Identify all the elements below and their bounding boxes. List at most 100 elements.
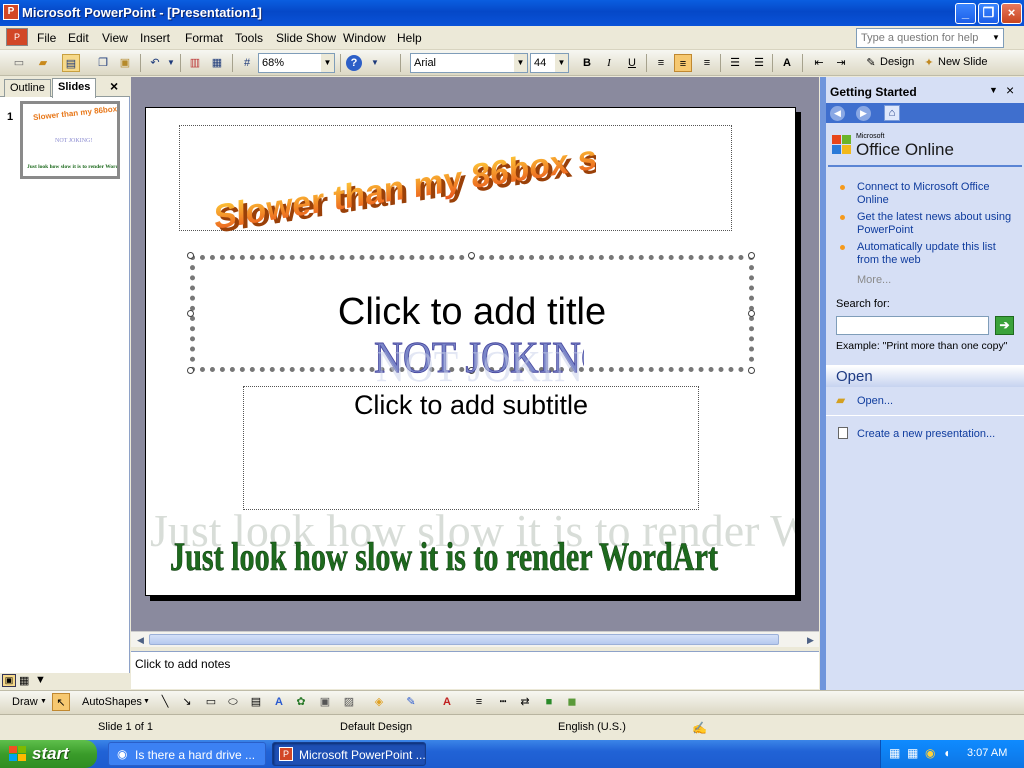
chevron-down-icon[interactable]: ▼ [555,54,568,72]
align-left-icon[interactable]: ≡ [652,54,670,72]
link-connect-office-online[interactable]: Connect to Microsoft Office Online [857,181,1017,207]
insert-picture-icon[interactable]: ▨ [340,693,358,711]
rectangle-icon[interactable]: ▭ [202,693,220,711]
home-icon[interactable]: ⌂ [884,105,900,121]
decrease-indent-icon[interactable]: ⇤ [810,54,828,72]
help-icon[interactable]: ? [346,55,362,71]
slide-canvas[interactable]: Slower than my 86box setup Slower than m… [145,107,796,596]
new-document-icon[interactable]: ▭ [10,54,28,72]
powerpoint-app-icon[interactable]: P [3,4,19,20]
search-input[interactable] [836,316,989,335]
normal-view-icon[interactable]: ▣ [2,674,16,687]
tab-slides[interactable]: Slides [52,78,97,98]
document-icon[interactable]: P [6,28,28,46]
volume-icon[interactable]: ◖ [943,746,950,760]
bullets-icon[interactable]: ☰ [750,54,768,72]
resize-handle[interactable] [468,252,475,259]
align-center-icon[interactable]: ≡ [674,54,692,72]
italic-icon[interactable]: I [600,54,618,72]
taskbar-item-powerpoint[interactable]: P Microsoft PowerPoint ... [272,742,426,766]
notes-pane[interactable]: Click to add notes [131,651,819,689]
design-icon[interactable]: ✎ [862,54,880,72]
help-search-input[interactable]: Type a question for help ▼ [856,28,1004,48]
open-folder-icon[interactable]: ▰ [34,54,52,72]
3d-style-icon[interactable]: ◼ [563,693,581,711]
line-style-icon[interactable]: ≡ [470,693,488,711]
menu-edit[interactable]: Edit [68,31,89,45]
diagram-icon[interactable]: ✿ [292,693,310,711]
print-icon[interactable]: ▤ [62,54,80,72]
wordart-green-svg[interactable]: Just look how slow it is to render WordA… [170,526,730,582]
restore-button[interactable]: ❐ [978,3,999,24]
copy-icon[interactable]: ❐ [94,54,112,72]
more-link[interactable]: More... [857,274,891,286]
select-pointer-icon[interactable]: ↖ [52,693,70,711]
shadow-style-icon[interactable]: ■ [540,693,558,711]
scroll-thumb[interactable] [149,634,779,645]
title-bar[interactable]: P Microsoft PowerPoint - [Presentation1]… [0,0,1024,26]
menu-slide-show[interactable]: Slide Show [276,31,336,45]
resize-handle[interactable] [748,252,755,259]
create-presentation-link[interactable]: Create a new presentation... [857,428,995,440]
horizontal-scrollbar[interactable]: ◀ ▶ [131,631,819,647]
numbering-icon[interactable]: ☰ [726,54,744,72]
close-button[interactable]: × [1001,3,1022,24]
scroll-right-icon[interactable]: ▶ [803,633,818,647]
chevron-down-icon[interactable]: ▼ [40,698,47,705]
arrow-style-icon[interactable]: ⇄ [516,693,534,711]
show-grid-icon[interactable]: # [238,54,256,72]
clock[interactable]: 3:07 AM [967,747,1007,759]
bold-icon[interactable]: B [578,54,596,72]
line-icon[interactable]: ╲ [156,693,174,711]
line-color-icon[interactable]: ✎ [402,693,420,711]
oval-icon[interactable]: ⬭ [224,693,242,711]
increase-font-icon[interactable]: A [778,54,796,72]
wordart-orange-svg[interactable]: Slower than my 86box setup Slower than m… [196,118,596,238]
dash-style-icon[interactable]: ┅ [494,693,512,711]
slide-show-icon[interactable]: ▼ [35,674,46,686]
new-slide-button[interactable]: New Slide [938,56,988,68]
paste-icon[interactable]: ▣ [116,54,134,72]
chevron-down-icon[interactable]: ▼ [989,85,998,95]
fill-color-icon[interactable]: ◈ [370,693,388,711]
underline-icon[interactable]: U [623,54,641,72]
slide-sorter-icon[interactable]: ▦ [19,674,29,687]
security-icon[interactable]: ◉ [925,746,935,760]
menu-file[interactable]: File [37,31,56,45]
search-go-icon[interactable]: ➔ [995,316,1014,335]
textbox-icon[interactable]: ▤ [247,693,265,711]
menu-tools[interactable]: Tools [235,31,263,45]
taskbar-item-browser[interactable]: ◉ Is there a hard drive ... [108,742,266,766]
wordart-purple-svg[interactable]: NOT JOKING! NOT JOKING! [364,326,584,386]
slide-thumbnail[interactable]: Slower than my 86box setup NOT JOKING! J… [20,101,141,179]
design-button[interactable]: Design [880,56,914,68]
autoshapes-button[interactable]: AutoShapes [82,696,142,708]
open-link[interactable]: Open... [857,395,893,407]
font-size-select[interactable]: 44 ▼ [530,53,569,73]
back-icon[interactable]: ◀ [830,106,845,121]
chevron-down-icon[interactable]: ▼ [321,54,334,72]
menu-window[interactable]: Window [343,31,386,45]
zoom-select[interactable]: 68% ▼ [258,53,335,73]
clip-art-icon[interactable]: ▣ [316,693,334,711]
close-task-pane-icon[interactable]: × [1006,82,1014,98]
network-icon[interactable]: ▦ [889,746,900,760]
resize-handle[interactable] [187,252,194,259]
forward-icon[interactable]: ▶ [856,106,871,121]
toolbar-options-icon[interactable]: ▼ [366,54,384,72]
resize-handle[interactable] [187,367,194,374]
menu-insert[interactable]: Insert [140,31,170,45]
spelling-icon[interactable]: ✍ [692,721,707,735]
resize-handle[interactable] [748,367,755,374]
link-latest-news[interactable]: Get the latest news about using PowerPoi… [857,211,1021,237]
draw-menu-button[interactable]: Draw [12,696,38,708]
menu-view[interactable]: View [102,31,128,45]
arrow-icon[interactable]: ↘ [178,693,196,711]
tab-outline[interactable]: Outline [4,79,51,97]
insert-chart-icon[interactable]: ▥ [186,54,204,72]
align-right-icon[interactable]: ≡ [698,54,716,72]
minimize-button[interactable]: _ [955,3,976,24]
link-auto-update[interactable]: Automatically update this list from the … [857,241,1017,267]
font-select[interactable]: Arial ▼ [410,53,528,73]
start-button[interactable]: start [0,740,97,768]
